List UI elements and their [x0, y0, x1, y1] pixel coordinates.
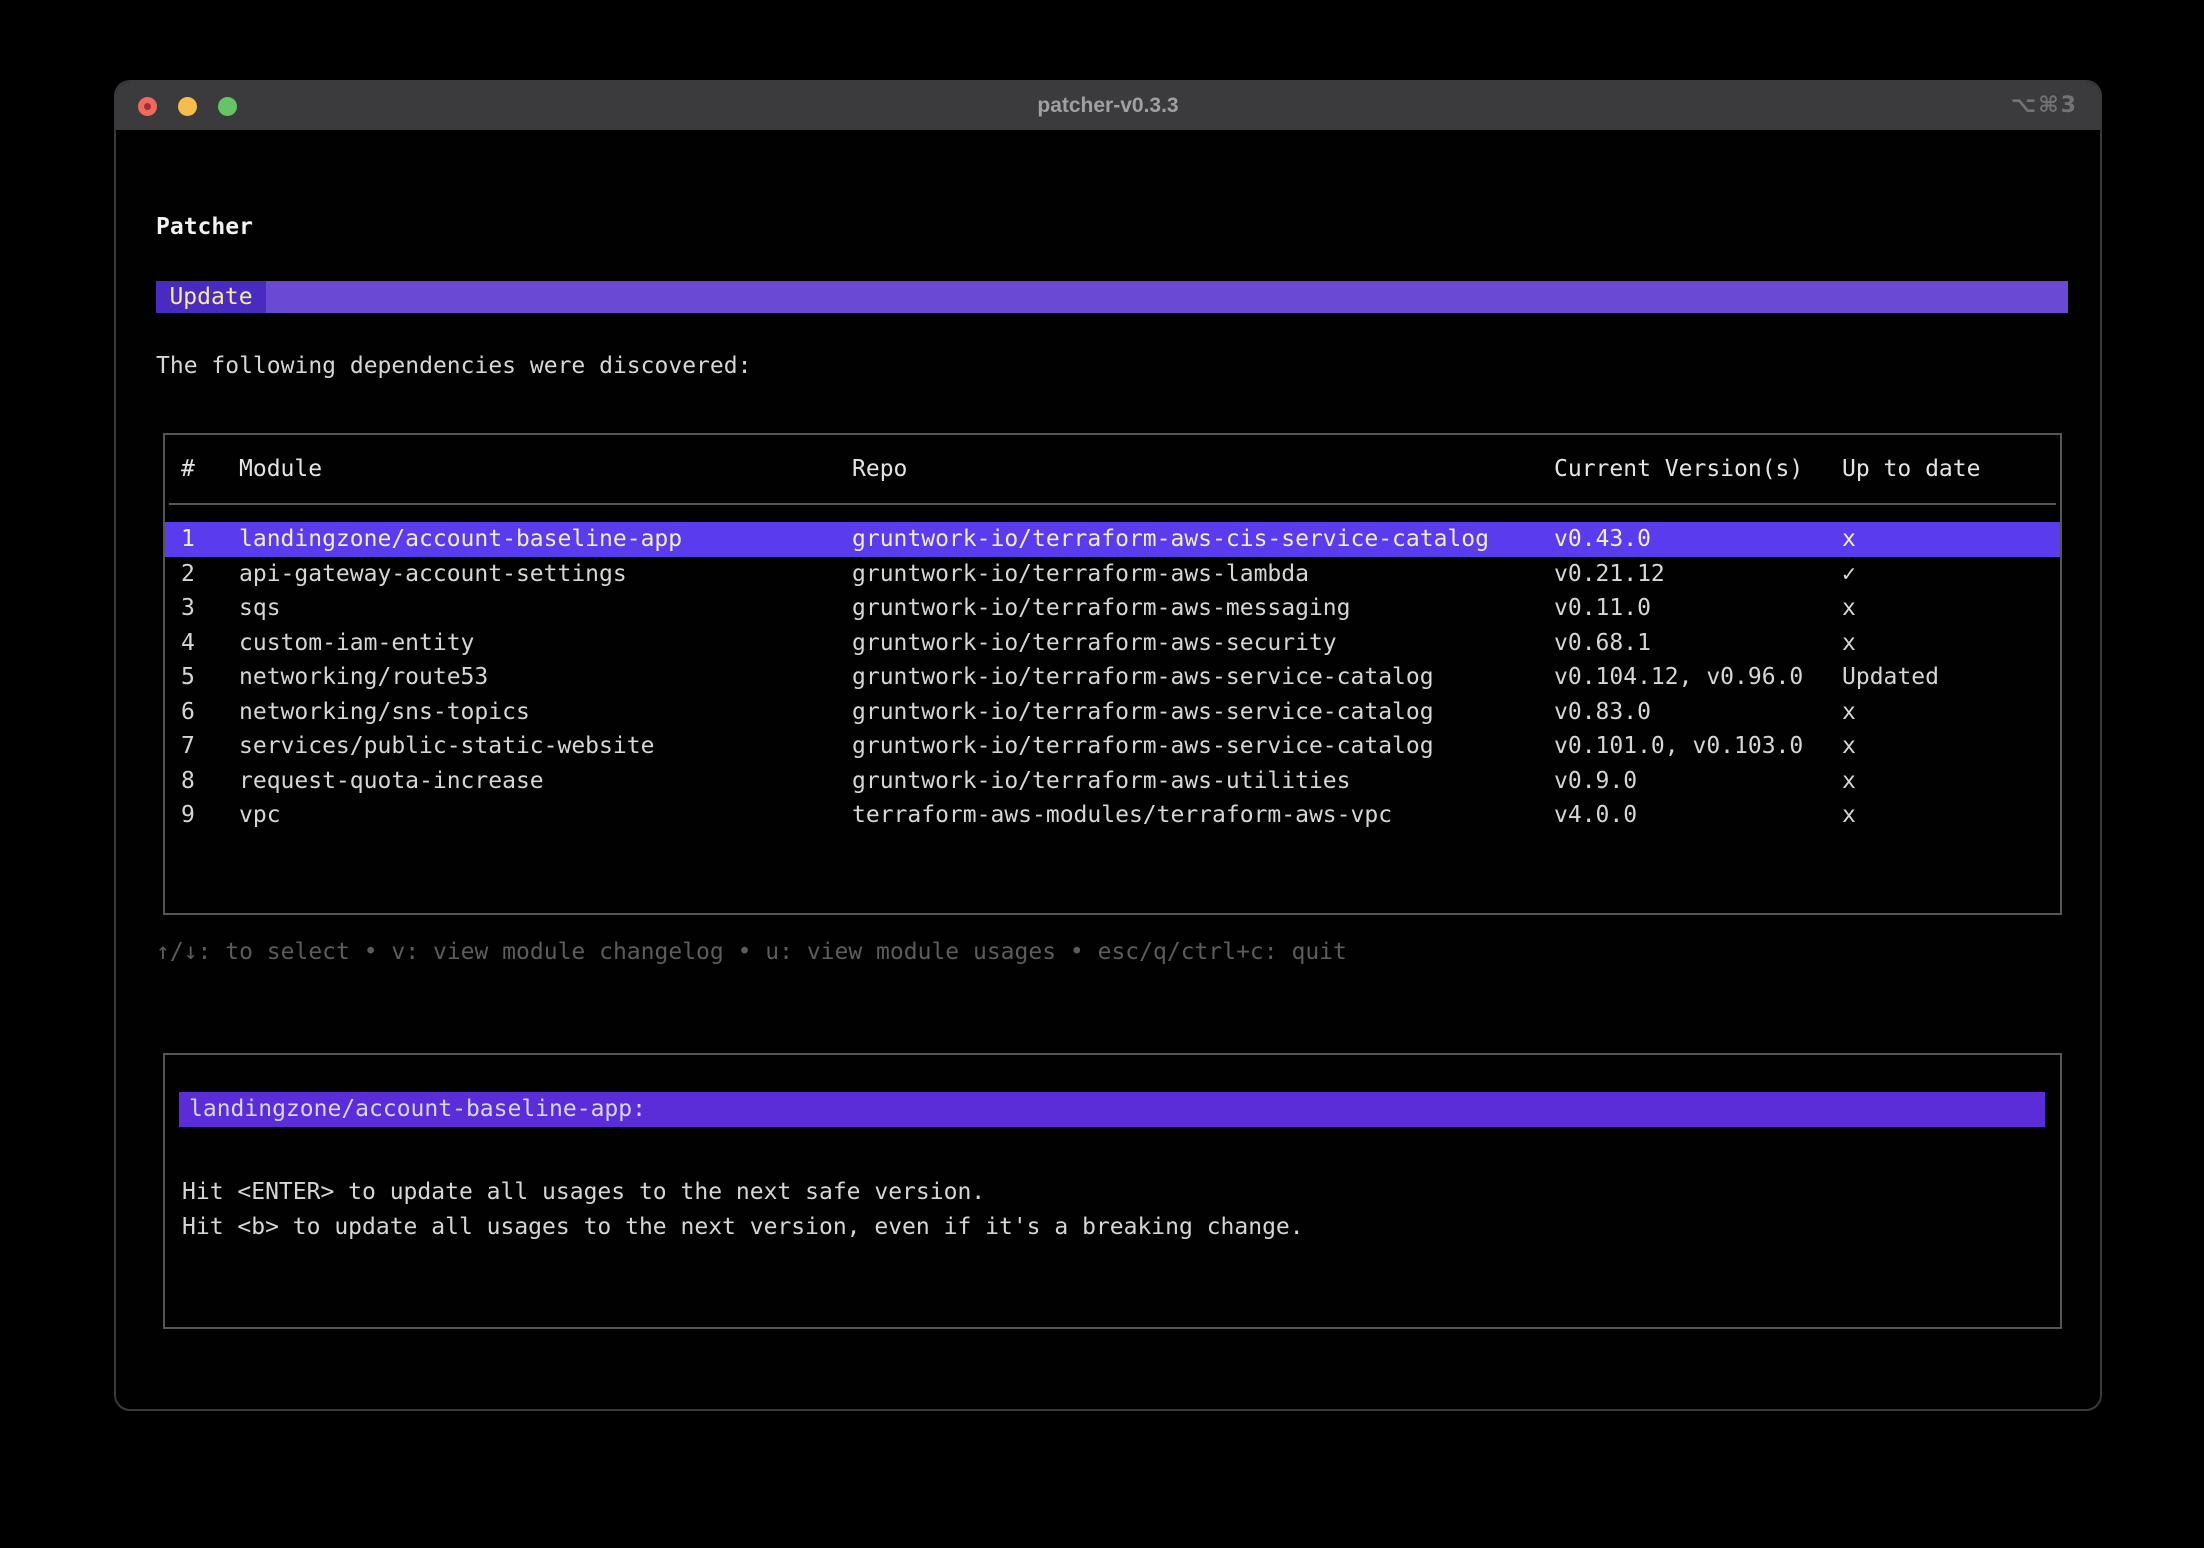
app-heading: Patcher — [156, 212, 253, 242]
tab-bar: Update — [156, 281, 2068, 313]
versions-cell: v0.9.0 — [1554, 764, 1842, 799]
col-header-repo: Repo — [852, 453, 1554, 485]
versions-cell: v4.0.0 — [1554, 798, 1842, 833]
row-num-cell: 3 — [181, 591, 239, 626]
table-row[interactable]: 8 request-quota-increase gruntwork-io/te… — [165, 764, 2060, 799]
module-cell: networking/sns-topics — [239, 695, 852, 730]
row-num-cell: 5 — [181, 660, 239, 695]
table-row[interactable]: 1 landingzone/account-baseline-app grunt… — [165, 522, 2060, 557]
repo-cell: gruntwork-io/terraform-aws-service-catal… — [852, 660, 1554, 695]
table-row[interactable]: 6 networking/sns-topics gruntwork-io/ter… — [165, 695, 2060, 730]
versions-cell: v0.43.0 — [1554, 522, 1842, 557]
repo-cell: gruntwork-io/terraform-aws-utilities — [852, 764, 1554, 799]
detail-line-enter: Hit <ENTER> to update all usages to the … — [182, 1175, 1304, 1210]
versions-cell: v0.21.12 — [1554, 557, 1842, 592]
versions-cell: v0.104.12, v0.96.0 — [1554, 660, 1842, 695]
row-num-cell: 4 — [181, 626, 239, 661]
table-row[interactable]: 3 sqs gruntwork-io/terraform-aws-messagi… — [165, 591, 2060, 626]
row-num-cell: 9 — [181, 798, 239, 833]
repo-cell: terraform-aws-modules/terraform-aws-vpc — [852, 798, 1554, 833]
col-header-versions: Current Version(s) — [1554, 453, 1842, 485]
terminal-window: patcher-v0.3.3 ⌥⌘3 Patcher Update The fo… — [114, 80, 2102, 1411]
window-title: patcher-v0.3.3 — [116, 82, 2100, 130]
module-cell: vpc — [239, 798, 852, 833]
row-num-cell: 2 — [181, 557, 239, 592]
tab-update[interactable]: Update — [156, 281, 266, 313]
titlebar: patcher-v0.3.3 ⌥⌘3 — [116, 82, 2100, 130]
table-header: # Module Repo Current Version(s) Up to d… — [165, 453, 2060, 485]
repo-cell: gruntwork-io/terraform-aws-service-catal… — [852, 729, 1554, 764]
table-row[interactable]: 2 api-gateway-account-settings gruntwork… — [165, 557, 2060, 592]
table-rows: 1 landingzone/account-baseline-app grunt… — [165, 522, 2060, 833]
module-cell: sqs — [239, 591, 852, 626]
module-cell: custom-iam-entity — [239, 626, 852, 661]
status-cell: x — [1842, 729, 2060, 764]
col-header-number: # — [181, 453, 239, 485]
module-cell: networking/route53 — [239, 660, 852, 695]
versions-cell: v0.68.1 — [1554, 626, 1842, 661]
module-cell: services/public-static-website — [239, 729, 852, 764]
module-cell: request-quota-increase — [239, 764, 852, 799]
table-row[interactable]: 7 services/public-static-website gruntwo… — [165, 729, 2060, 764]
col-header-uptodate: Up to date — [1842, 453, 2060, 485]
table-row[interactable]: 4 custom-iam-entity gruntwork-io/terrafo… — [165, 626, 2060, 661]
status-cell: x — [1842, 798, 2060, 833]
selected-module-heading: landingzone/account-baseline-app: — [179, 1092, 2045, 1127]
status-cell: x — [1842, 764, 2060, 799]
status-cell: x — [1842, 695, 2060, 730]
versions-cell: v0.11.0 — [1554, 591, 1842, 626]
window-shortcut-badge: ⌥⌘3 — [2011, 82, 2078, 130]
row-num-cell: 7 — [181, 729, 239, 764]
repo-cell: gruntwork-io/terraform-aws-service-catal… — [852, 695, 1554, 730]
col-header-module: Module — [239, 453, 852, 485]
help-bar: ↑/↓: to select • v: view module changelo… — [156, 937, 1347, 967]
repo-cell: gruntwork-io/terraform-aws-cis-service-c… — [852, 522, 1554, 557]
status-cell: x — [1842, 626, 2060, 661]
detail-line-breaking: Hit <b> to update all usages to the next… — [182, 1210, 1304, 1245]
detail-instructions: Hit <ENTER> to update all usages to the … — [182, 1175, 1304, 1245]
status-cell: x — [1842, 522, 2060, 557]
row-num-cell: 8 — [181, 764, 239, 799]
versions-cell: v0.101.0, v0.103.0 — [1554, 729, 1842, 764]
row-num-cell: 6 — [181, 695, 239, 730]
dependencies-table: # Module Repo Current Version(s) Up to d… — [163, 433, 2062, 915]
header-separator — [169, 503, 2056, 505]
module-cell: landingzone/account-baseline-app — [239, 522, 852, 557]
status-cell: Updated — [1842, 660, 2060, 695]
repo-cell: gruntwork-io/terraform-aws-messaging — [852, 591, 1554, 626]
intro-text: The following dependencies were discover… — [156, 351, 751, 381]
repo-cell: gruntwork-io/terraform-aws-lambda — [852, 557, 1554, 592]
status-cell: x — [1842, 591, 2060, 626]
repo-cell: gruntwork-io/terraform-aws-security — [852, 626, 1554, 661]
detail-panel: landingzone/account-baseline-app: Hit <E… — [163, 1053, 2062, 1329]
table-row[interactable]: 5 networking/route53 gruntwork-io/terraf… — [165, 660, 2060, 695]
table-row[interactable]: 9 vpc terraform-aws-modules/terraform-aw… — [165, 798, 2060, 833]
versions-cell: v0.83.0 — [1554, 695, 1842, 730]
status-cell: ✓ — [1842, 557, 2060, 592]
row-num-cell: 1 — [181, 522, 239, 557]
module-cell: api-gateway-account-settings — [239, 557, 852, 592]
